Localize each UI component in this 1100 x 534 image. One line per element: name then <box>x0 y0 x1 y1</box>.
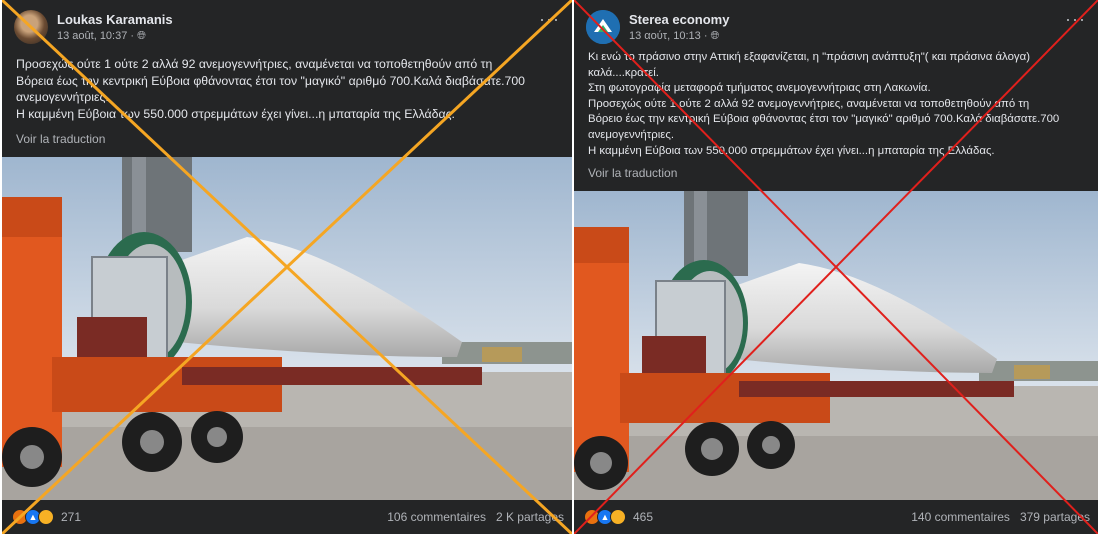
reaction-count: 271 <box>61 510 82 524</box>
reactions-summary[interactable]: ▲ 465 <box>584 509 653 525</box>
post-photo[interactable] <box>574 191 1098 500</box>
post-text-line: Κι ενώ το πράσινο στην Αττική εξαφανίζετ… <box>588 51 1030 63</box>
comments-count[interactable]: 106 commentaires <box>387 510 486 524</box>
globe-icon: 🌐︎ <box>137 30 146 42</box>
see-translation-link[interactable]: Voir la traduction <box>16 132 105 146</box>
post-text-line: ανεμογεννήτριες. <box>16 90 109 105</box>
post-text-line: Στη φωτογραφία μεταφορά τμήματος ανεμογε… <box>588 82 931 95</box>
timestamp-text: 13 αούτ, 10:13 · <box>629 30 711 42</box>
post-text-line: καλά....κρατεί. <box>588 66 659 79</box>
timestamp-text: 13 août, 10:37 · <box>57 30 138 42</box>
post-timestamp[interactable]: 13 αούτ, 10:13 · 🌐︎ <box>629 30 729 43</box>
post-text-line: Προσεχώς ούτε 1 ούτε 2 αλλά 92 ανεμογενν… <box>588 97 1030 110</box>
post-timestamp[interactable]: 13 août, 10:37 · 🌐︎ <box>57 30 173 43</box>
post-text-line: Η καμμένη Εύβοια των 550.000 στρεμμάτων … <box>16 106 455 121</box>
page-logo-icon <box>586 10 620 44</box>
post-photo[interactable] <box>2 157 572 500</box>
more-options-icon[interactable]: ··· <box>1065 10 1086 28</box>
post-text: Κι ενώ το πράσινο στην Αττική εξαφανίζετ… <box>588 50 1059 159</box>
avatar[interactable] <box>586 10 620 44</box>
more-options-icon[interactable]: ··· <box>539 10 560 28</box>
reactions-summary[interactable]: ▲ 271 <box>12 509 81 525</box>
see-translation-link[interactable]: Voir la traduction <box>588 166 677 180</box>
globe-icon: 🌐︎ <box>710 30 720 42</box>
shares-count[interactable]: 379 partages <box>1020 510 1090 524</box>
avatar[interactable] <box>14 10 48 44</box>
sad-reaction-icon <box>38 509 54 525</box>
facebook-post-right: Sterea economy 13 αούτ, 10:13 · 🌐︎ ··· Κ… <box>574 0 1098 534</box>
facebook-post-left: Loukas Karamanis 13 août, 10:37 · 🌐︎ ···… <box>2 0 572 534</box>
post-header: Loukas Karamanis 13 août, 10:37 · 🌐︎ <box>14 10 173 44</box>
shares-count[interactable]: 2 K partages <box>496 510 564 524</box>
post-text-line: Η καμμένη Εύβοια των 550.000 στρεμμάτων … <box>588 144 995 157</box>
post-text: Προσεχώς ούτε 1 ούτε 2 αλλά 92 ανεμογενν… <box>16 56 525 122</box>
post-text-line: Προσεχώς ούτε 1 ούτε 2 αλλά 92 ανεμογενν… <box>16 57 493 71</box>
post-text-line: ανεμογεννήτριες. <box>588 128 674 141</box>
post-text-line: Βόρειο έως την κεντρική Εύβοια φθάνοντας… <box>588 113 1060 126</box>
reaction-count: 465 <box>633 510 654 524</box>
post-footer: ▲ 271 106 commentaires 2 K partages <box>2 500 572 534</box>
post-text-line: Βόρεια έως την κεντρική Εύβοια φθάνοντας… <box>16 73 526 88</box>
author-name[interactable]: Sterea economy <box>629 12 729 27</box>
sad-reaction-icon <box>610 509 626 525</box>
post-header: Sterea economy 13 αούτ, 10:13 · 🌐︎ <box>586 10 729 44</box>
comments-count[interactable]: 140 commentaires <box>911 510 1010 524</box>
author-name[interactable]: Loukas Karamanis <box>57 12 173 27</box>
post-footer: ▲ 465 140 commentaires 379 partages <box>574 500 1098 534</box>
